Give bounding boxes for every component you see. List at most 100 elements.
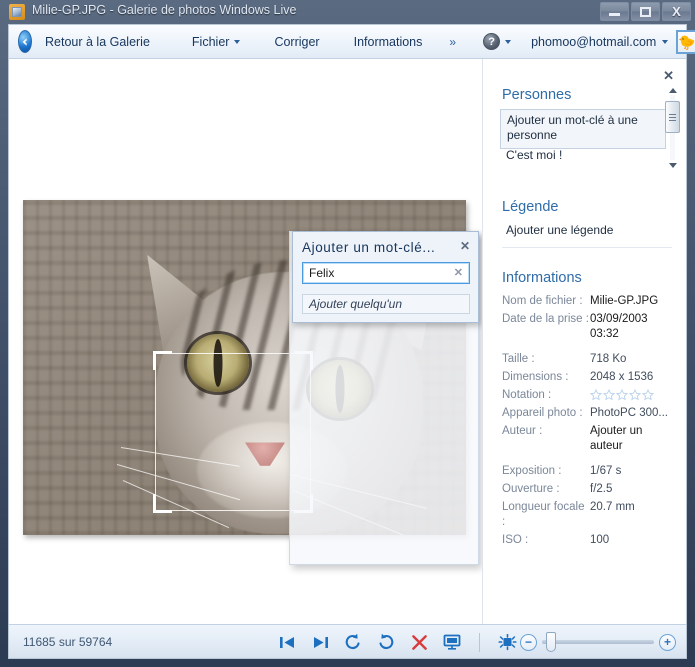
scroll-down-icon[interactable] <box>665 160 680 170</box>
keyword-input-value: Felix <box>309 266 334 280</box>
metadata-value[interactable]: 03/09/2003 03:32 <box>590 312 674 342</box>
menu-fichier[interactable]: Fichier <box>186 31 247 53</box>
face-detection-box[interactable] <box>155 353 311 511</box>
add-person-option-label: Ajouter quelqu'un <box>309 297 402 311</box>
metadata-key: ISO : <box>502 533 590 548</box>
status-divider <box>479 633 480 652</box>
metadata-key: Exposition : <box>502 464 590 479</box>
status-bar: 11685 sur 59764 <box>9 624 686 658</box>
image-counter: 11685 sur 59764 <box>23 635 112 649</box>
account-chevron-down-icon <box>662 40 668 44</box>
metadata-row: Appareil photo : PhotoPC 300... <box>502 406 682 421</box>
metadata-row-rating: Notation : <box>502 388 682 403</box>
metadata-key: Auteur : <box>502 424 590 439</box>
toolbar: Retour à la Galerie Fichier Corriger Inf… <box>9 25 686 59</box>
rating-stars[interactable] <box>590 389 654 401</box>
metadata-row: Dimensions : 2048 x 1536 <box>502 370 682 385</box>
metadata-value: PhotoPC 300... <box>590 406 668 421</box>
legend-heading: Légende <box>502 199 558 215</box>
scrollbar-thumb[interactable] <box>665 101 680 133</box>
rotate-right-icon[interactable] <box>376 632 396 652</box>
close-button[interactable]: X <box>662 2 691 21</box>
popup-close-icon[interactable]: ✕ <box>460 239 470 253</box>
metadata-row: ISO : 100 <box>502 533 682 548</box>
metadata-row: Nom de fichier : Milie-GP.JPG <box>502 294 682 309</box>
panel-close-icon[interactable]: ✕ <box>663 68 674 84</box>
metadata-list: Nom de fichier : Milie-GP.JPG Date de la… <box>502 294 682 551</box>
star-icon <box>642 389 654 401</box>
slideshow-icon[interactable] <box>442 632 462 652</box>
title-bar[interactable]: Milie-GP.JPG - Galerie de photos Windows… <box>0 0 695 24</box>
metadata-value: 718 Ko <box>590 352 626 367</box>
people-scrollbar[interactable] <box>665 85 680 170</box>
metadata-value: 100 <box>590 533 609 548</box>
keyword-input[interactable]: Felix ✕ <box>302 262 470 284</box>
metadata-row: Exposition : 1/67 s <box>502 464 682 479</box>
add-person-option[interactable]: Ajouter quelqu'un <box>302 294 470 314</box>
duck-glyph: 🐤 <box>678 35 695 49</box>
help-chevron-down-icon <box>505 40 511 44</box>
metadata-value[interactable]: Milie-GP.JPG <box>590 294 658 309</box>
metadata-value: 20.7 mm <box>590 500 635 515</box>
minimize-button[interactable] <box>600 2 629 21</box>
add-keyword-popup[interactable]: Ajouter un mot-clé... ✕ Felix ✕ Ajouter … <box>292 231 479 323</box>
menu-informations[interactable]: Informations <box>348 31 429 53</box>
client-area: Retour à la Galerie Fichier Corriger Inf… <box>8 24 687 659</box>
zoom-slider-thumb[interactable] <box>546 632 556 652</box>
toolbar-overflow-icon[interactable]: » <box>444 31 461 53</box>
metadata-row: Auteur : Ajouter un auteur <box>502 424 682 454</box>
photo-gallery-icon <box>9 4 25 20</box>
zoom-controls: − + <box>520 625 676 659</box>
account-menu[interactable]: phomoo@hotmail.com <box>531 35 668 49</box>
previous-image-icon[interactable] <box>277 632 297 652</box>
duck-avatar-icon[interactable]: 🐤 <box>676 30 695 54</box>
metadata-row: Ouverture : f/2.5 <box>502 482 682 497</box>
scroll-up-icon[interactable] <box>665 85 680 95</box>
delete-icon[interactable] <box>409 632 429 652</box>
chevron-down-icon <box>234 40 240 44</box>
photo-gallery-window: Milie-GP.JPG - Galerie de photos Windows… <box>0 0 695 667</box>
metadata-key: Longueur focale : <box>502 500 590 530</box>
face-corner-icon <box>153 351 172 370</box>
star-icon <box>616 389 628 401</box>
metadata-value: 1/67 s <box>590 464 621 479</box>
star-icon <box>603 389 615 401</box>
content-area: Ajouter un mot-clé... ✕ Felix ✕ Ajouter … <box>9 59 686 624</box>
next-image-icon[interactable] <box>310 632 330 652</box>
rotate-left-icon[interactable] <box>343 632 363 652</box>
info-side-panel: ✕ Personnes Ajouter un mot-clé à une per… <box>482 59 686 624</box>
metadata-row: Date de la prise : 03/09/2003 03:32 <box>502 312 682 342</box>
account-email-label: phomoo@hotmail.com <box>531 35 656 49</box>
zoom-slider[interactable] <box>542 640 654 644</box>
people-heading: Personnes <box>502 87 571 103</box>
metadata-key: Ouverture : <box>502 482 590 497</box>
back-arrow-icon[interactable] <box>18 30 32 53</box>
metadata-row: Taille : 718 Ko <box>502 352 682 367</box>
metadata-value: 2048 x 1536 <box>590 370 653 385</box>
menu-fichier-label: Fichier <box>192 35 230 49</box>
its-me-item[interactable]: C'est moi ! <box>506 148 562 162</box>
metadata-row: Longueur focale : 20.7 mm <box>502 500 682 530</box>
window-controls: X <box>600 2 691 21</box>
metadata-value: f/2.5 <box>590 482 612 497</box>
help-icon: ? <box>483 33 500 50</box>
back-to-gallery-link[interactable]: Retour à la Galerie <box>41 32 154 52</box>
metadata-key: Appareil photo : <box>502 406 590 421</box>
star-icon <box>629 389 641 401</box>
menu-corriger[interactable]: Corriger <box>268 31 325 53</box>
star-icon <box>590 389 602 401</box>
help-button[interactable]: ? <box>483 33 511 50</box>
add-keyword-person-item[interactable]: Ajouter un mot-clé à une personne <box>500 109 666 149</box>
status-toolbar <box>277 625 517 659</box>
metadata-key: Notation : <box>502 388 590 403</box>
maximize-button[interactable] <box>631 2 660 21</box>
panel-divider <box>502 247 672 248</box>
zoom-in-button[interactable]: + <box>659 634 676 651</box>
face-corner-icon <box>153 494 172 513</box>
add-legend-link[interactable]: Ajouter une légende <box>506 223 613 237</box>
zoom-out-button[interactable]: − <box>520 634 537 651</box>
fit-to-window-icon[interactable] <box>497 632 517 652</box>
metadata-value[interactable]: Ajouter un auteur <box>590 424 652 454</box>
clear-input-icon[interactable]: ✕ <box>454 266 463 279</box>
information-heading: Informations <box>502 270 582 286</box>
